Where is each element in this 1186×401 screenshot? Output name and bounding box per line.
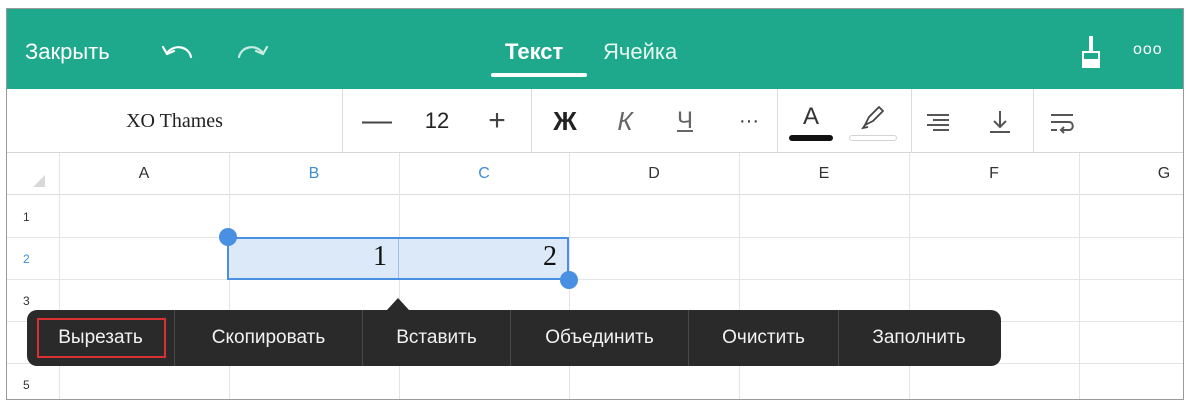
wrap-text-icon[interactable] [1049,109,1075,135]
font-size-decrease-button[interactable]: — [357,89,397,153]
font-name-selector[interactable]: XO Thames [7,89,343,153]
bold-button[interactable]: Ж [547,89,583,153]
highlight-frame [37,318,166,358]
top-bar: Закрыть Текст Ячейка ooo [7,9,1183,89]
more-options-icon[interactable]: ooo [1133,41,1163,59]
redo-icon[interactable] [231,39,271,63]
select-all-corner[interactable] [33,175,45,187]
selection-handle-bottom-right[interactable] [560,271,578,289]
paintbrush-icon[interactable] [1081,35,1101,69]
column-header-e[interactable]: E [739,153,909,195]
text-color-swatch [789,135,833,141]
text-color-button[interactable]: A [791,89,831,153]
column-header-b[interactable]: B [229,153,399,195]
tab-cell[interactable]: Ячейка [603,39,677,65]
context-menu-pointer [387,298,409,310]
row-gridline [7,279,1183,280]
row-gridline [7,237,1183,238]
toolbar-divider [911,89,912,153]
column-header-f[interactable]: F [909,153,1079,195]
toolbar-divider [1033,89,1034,153]
selection-cell-divider [398,239,399,278]
format-toolbar: XO Thames — 12 + Ж К Ч ··· A [7,89,1183,153]
menu-item-merge[interactable]: Объединить [511,310,689,366]
row-header-1[interactable]: 1 [7,210,59,224]
context-menu: Вырезать Скопировать Вставить Объединить… [27,310,1001,366]
row-header-2[interactable]: 2 [7,252,59,266]
tab-text[interactable]: Текст [505,39,563,65]
highlight-color-swatch [849,135,897,141]
column-header-a[interactable]: A [59,153,229,195]
toolbar-divider [531,89,532,153]
font-size-increase-button[interactable]: + [477,89,517,153]
highlighter-icon[interactable] [859,103,887,131]
align-right-icon[interactable] [925,109,951,135]
column-header-d[interactable]: D [569,153,739,195]
cell-c2[interactable]: 2 [543,241,557,273]
align-bottom-icon[interactable] [987,109,1013,135]
menu-item-cut[interactable]: Вырезать [27,310,175,366]
menu-item-paste[interactable]: Вставить [363,310,511,366]
active-tab-indicator [491,73,587,77]
close-button[interactable]: Закрыть [25,39,110,65]
app-window: Закрыть Текст Ячейка ooo XO Thames — 12 … [6,8,1184,400]
menu-item-fill[interactable]: Заполнить [839,310,999,366]
font-size-value: 12 [424,108,450,133]
selection-handle-top-left[interactable] [219,228,237,246]
menu-item-copy[interactable]: Скопировать [175,310,363,366]
column-header-row: A B C D E F G [7,153,1183,195]
row-header-3[interactable]: 3 [7,294,59,308]
row-header-5[interactable]: 5 [7,378,59,392]
italic-button[interactable]: К [607,89,643,153]
underline-button[interactable]: Ч [667,89,703,153]
column-header-g[interactable]: G [1079,153,1183,195]
cell-b2[interactable]: 1 [373,241,387,273]
toolbar-divider [777,89,778,153]
column-header-c[interactable]: C [399,153,569,195]
menu-item-clear[interactable]: Очистить [689,310,839,366]
more-text-styles-button[interactable]: ··· [731,89,767,153]
undo-icon[interactable] [159,39,199,63]
